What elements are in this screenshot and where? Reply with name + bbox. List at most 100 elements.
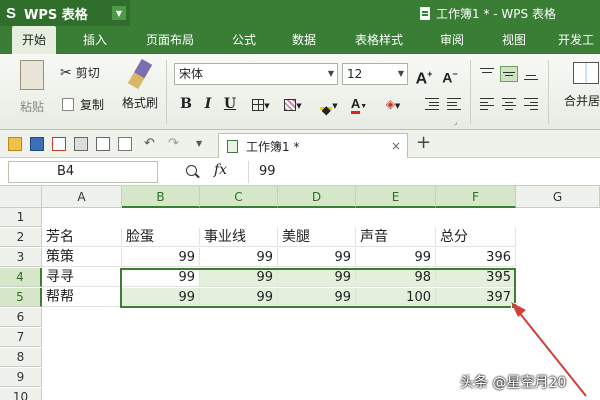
close-icon[interactable]: ×	[391, 139, 401, 153]
table-cell[interactable]: 99	[278, 268, 356, 287]
table-cell[interactable]: 99	[356, 248, 436, 267]
row-header[interactable]: 7	[0, 328, 42, 347]
fill-color-button[interactable]: ◆▼	[316, 94, 342, 117]
column-header[interactable]: A	[42, 186, 122, 208]
table-cell[interactable]: 395	[436, 268, 516, 287]
insert-function-button[interactable]: fx	[214, 162, 227, 178]
column-header[interactable]: E	[356, 186, 436, 208]
column-header[interactable]: F	[436, 186, 516, 208]
border-grid-icon	[252, 98, 265, 111]
tab-formulas[interactable]: 公式	[220, 26, 268, 54]
table-cell[interactable]: 寻寻	[42, 268, 122, 287]
table-cell[interactable]: 策策	[42, 248, 122, 267]
align-bottom-button[interactable]	[522, 66, 540, 82]
clear-format-button[interactable]: ◈▼	[378, 94, 408, 114]
cut-button[interactable]: ✂ 剪切	[60, 64, 100, 81]
merge-center-button[interactable]: 合并居中	[556, 62, 600, 109]
increase-indent-button[interactable]	[445, 96, 463, 112]
formula-input[interactable]: 99	[248, 161, 600, 183]
undo-icon[interactable]: ↶	[144, 137, 158, 151]
name-box[interactable]: B4	[8, 161, 158, 183]
paste-button[interactable]: 粘贴	[12, 60, 52, 115]
row-header[interactable]: 8	[0, 348, 42, 367]
table-cell[interactable]: 帮帮	[42, 288, 122, 307]
select-all-corner[interactable]	[0, 186, 42, 208]
align-right-button[interactable]	[522, 96, 540, 112]
open-folder-icon[interactable]	[8, 137, 22, 151]
dropdown-arrow-icon[interactable]: ▼	[112, 6, 126, 20]
tab-developer[interactable]: 开发工	[552, 26, 600, 54]
tab-insert[interactable]: 插入	[70, 26, 120, 54]
table-cell[interactable]: 99	[278, 248, 356, 267]
underline-button[interactable]: U	[220, 94, 240, 114]
customize-toolbar-icon[interactable]: ▼	[196, 137, 210, 151]
shrink-font-button[interactable]: A−	[440, 64, 460, 86]
font-name-value: 宋体	[179, 67, 204, 81]
column-header[interactable]: C	[200, 186, 278, 208]
spreadsheet-grid[interactable]: A B C D E F G 1 2 3 4 5 6 7 8 9 10 芳名 脸蛋…	[0, 186, 600, 400]
row-header[interactable]: 9	[0, 368, 42, 387]
fill-handle[interactable]	[511, 303, 517, 309]
table-cell[interactable]: 99	[122, 288, 200, 307]
table-cell[interactable]: 397	[436, 288, 516, 307]
font-name-select[interactable]: 宋体 ▼	[174, 63, 338, 85]
eraser-icon: ◈	[385, 97, 395, 111]
table-header-cell[interactable]: 声音	[356, 228, 436, 247]
table-cell[interactable]: 99	[122, 248, 200, 267]
table-header-cell[interactable]: 芳名	[42, 228, 122, 247]
table-header-cell[interactable]: 总分	[436, 228, 516, 247]
decrease-indent-button[interactable]	[423, 96, 441, 112]
preview-icon[interactable]	[118, 137, 132, 151]
bold-button[interactable]: B	[176, 94, 196, 114]
font-color-button[interactable]: A▼	[346, 94, 372, 114]
save-icon[interactable]	[30, 137, 44, 151]
row-header[interactable]: 1	[0, 208, 42, 227]
tab-data[interactable]: 数据	[280, 26, 328, 54]
redo-icon[interactable]: ↷	[168, 137, 182, 151]
align-top-button[interactable]	[478, 66, 496, 82]
row-header[interactable]: 3	[0, 248, 42, 267]
row-header[interactable]: 6	[0, 308, 42, 327]
align-center-button[interactable]	[500, 96, 518, 112]
font-size-select[interactable]: 12 ▼	[342, 63, 408, 85]
row-header[interactable]: 2	[0, 228, 42, 247]
row-header[interactable]: 10	[0, 388, 42, 400]
cell-style-button[interactable]: ▼	[280, 94, 306, 114]
tab-home[interactable]: 开始	[12, 26, 56, 54]
table-cell[interactable]: 396	[436, 248, 516, 267]
align-left-button[interactable]	[478, 96, 496, 112]
table-header-cell[interactable]: 美腿	[278, 228, 356, 247]
grow-font-button[interactable]: A+	[414, 64, 434, 87]
italic-button[interactable]: I	[198, 94, 218, 114]
print-preview-icon[interactable]	[96, 137, 110, 151]
column-header[interactable]: D	[278, 186, 356, 208]
tab-page-layout[interactable]: 页面布局	[134, 26, 206, 54]
table-header-cell[interactable]: 脸蛋	[122, 228, 200, 247]
search-icon[interactable]	[186, 165, 197, 176]
active-cell[interactable]: 99	[122, 268, 200, 287]
column-header[interactable]: G	[516, 186, 600, 208]
add-tab-button[interactable]: +	[416, 132, 431, 153]
table-cell[interactable]: 99	[278, 288, 356, 307]
copy-button[interactable]: 复制	[62, 96, 104, 113]
print-icon[interactable]	[74, 137, 88, 151]
table-cell[interactable]: 99	[200, 248, 278, 267]
tab-review[interactable]: 审阅	[428, 26, 476, 54]
app-menu-button[interactable]: S WPS 表格 ▼	[0, 0, 130, 26]
tab-view[interactable]: 视图	[490, 26, 538, 54]
row-header[interactable]: 5	[0, 288, 42, 307]
borders-button[interactable]: ▼	[248, 94, 274, 114]
table-cell[interactable]: 100	[356, 288, 436, 307]
document-tab[interactable]: 工作簿1 * ×	[218, 133, 408, 158]
align-middle-button[interactable]	[500, 66, 518, 82]
table-cell[interactable]: 98	[356, 268, 436, 287]
tab-table-style[interactable]: 表格样式	[342, 26, 416, 54]
table-header-cell[interactable]: 事业线	[200, 228, 278, 247]
export-pdf-icon[interactable]	[52, 137, 66, 151]
table-cell[interactable]: 99	[200, 268, 278, 287]
row-header[interactable]: 4	[0, 268, 42, 287]
format-painter-button[interactable]: 格式刷	[118, 58, 162, 111]
column-header[interactable]: B	[122, 186, 200, 208]
table-cell[interactable]: 99	[200, 288, 278, 307]
font-dialog-launcher[interactable]: ⌟	[454, 118, 457, 126]
